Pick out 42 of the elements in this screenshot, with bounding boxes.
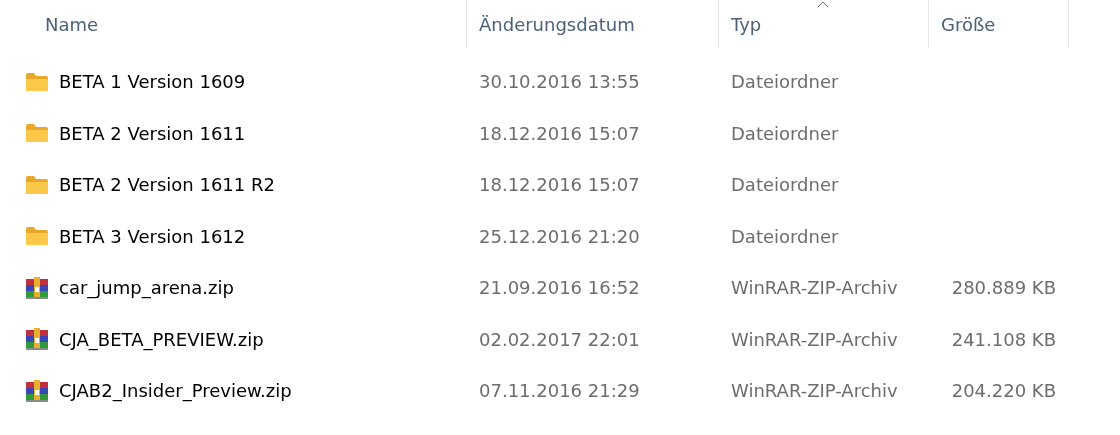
size-text: 241.108 KB: [951, 328, 1056, 350]
folder-icon: [25, 71, 49, 92]
date-text: 02.02.2017 22:01: [479, 328, 640, 350]
size-text: 204.220 KB: [951, 380, 1056, 402]
folder-icon: [25, 226, 49, 247]
file-row[interactable]: car_jump_arena.zip 21.09.2016 16:52 WinRAR-ZIP-Archiv 280.889 KB: [0, 262, 1120, 314]
date-text: 18.12.2016 15:07: [479, 174, 640, 196]
file-name: BETA 2 Version 1611 R2: [59, 174, 275, 196]
column-header[interactable]: Typ: [719, 0, 929, 48]
file-name: BETA 1 Version 1609: [59, 71, 246, 93]
type-text: Dateiordner: [731, 225, 839, 247]
date-text: 25.12.2016 21:20: [479, 225, 640, 247]
type-text: WinRAR-ZIP-Archiv: [731, 380, 898, 402]
file-row[interactable]: BETA 3 Version 1612 25.12.2016 21:20 Dateiordner: [0, 210, 1120, 262]
archive-icon: [25, 378, 49, 403]
date-text: 07.11.2016 21:29: [479, 380, 640, 402]
file-name: CJA_BETA_PREVIEW.zip: [59, 328, 264, 350]
type-text: Dateiordner: [731, 71, 839, 93]
file-row[interactable]: BETA 1 Version 1609 30.10.2016 13:55 Dateiordner: [0, 56, 1120, 108]
file-name: BETA 3 Version 1612: [59, 225, 246, 247]
size-text: 280.889 KB: [951, 277, 1056, 299]
file-name: CJAB2_Insider_Preview.zip: [59, 380, 292, 402]
date-text: 18.12.2016 15:07: [479, 122, 640, 144]
file-name: BETA 2 Version 1611: [59, 122, 246, 144]
archive-icon: [25, 327, 49, 352]
file-row[interactable]: CJA_BETA_PREVIEW.zip 02.02.2017 22:01 WinRAR-ZIP-Archiv 241.108 KB: [0, 313, 1120, 365]
type-text: WinRAR-ZIP-Archiv: [731, 277, 898, 299]
file-row[interactable]: BETA 2 Version 1611 R2 18.12.2016 15:07 Dateiordner: [0, 159, 1120, 211]
file-row[interactable]: BETA 2 Version 1611 18.12.2016 15:07 Dateiordner: [0, 107, 1120, 159]
file-row[interactable]: CJAB2_Insider_Preview.zip 07.11.2016 21:29 WinRAR-ZIP-Archiv 204.220 KB: [0, 365, 1120, 417]
column-header[interactable]: Größe: [929, 0, 1069, 48]
file-name: car_jump_arena.zip: [59, 277, 234, 299]
column-header[interactable]: Änderungsdatum: [467, 0, 719, 48]
column-header[interactable]: Name: [0, 0, 467, 48]
type-text: WinRAR-ZIP-Archiv: [731, 328, 898, 350]
archive-icon: [25, 275, 49, 300]
folder-icon: [25, 123, 49, 144]
type-text: Dateiordner: [731, 174, 839, 196]
type-text: Dateiordner: [731, 122, 839, 144]
date-text: 21.09.2016 16:52: [479, 277, 640, 299]
date-text: 30.10.2016 13:55: [479, 71, 640, 93]
folder-icon: [25, 174, 49, 195]
